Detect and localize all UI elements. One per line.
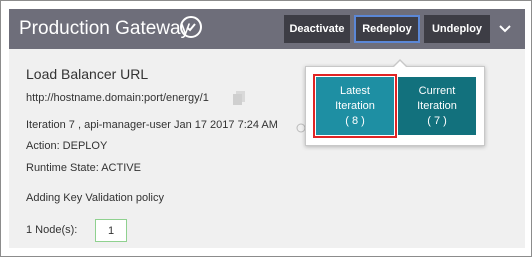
action-status: Action: DEPLOY	[26, 140, 108, 152]
latest-iteration-button[interactable]: Latest Iteration ( 8 )	[313, 74, 397, 138]
screenshot-frame: Production Gateway Deactivate Redeploy U…	[0, 0, 532, 257]
deactivate-button[interactable]: Deactivate	[284, 15, 350, 43]
current-line1: Current	[418, 84, 456, 97]
current-iteration-button[interactable]: Current Iteration ( 7 )	[398, 77, 476, 135]
load-balancer-title: Load Balancer URL	[26, 66, 149, 82]
latest-line2: Iteration	[335, 99, 375, 112]
undeploy-button[interactable]: Undeploy	[424, 15, 490, 43]
current-line2: Iteration	[417, 99, 457, 112]
gateway-header: Production Gateway Deactivate Redeploy U…	[9, 9, 525, 49]
redeploy-popup: Latest Iteration ( 8 ) Current Iteration…	[305, 59, 485, 146]
gateway-title: Production Gateway	[19, 18, 191, 39]
redeploy-button[interactable]: Redeploy	[354, 15, 420, 43]
popup-arrow-inner	[393, 61, 407, 68]
copy-icon[interactable]	[233, 91, 245, 110]
chevron-down-icon[interactable]	[496, 20, 514, 38]
policy-status: Adding Key Validation policy	[26, 192, 164, 204]
latest-line1: Latest	[340, 84, 370, 97]
runtime-state: Runtime State: ACTIVE	[26, 162, 141, 174]
iteration-info: Iteration 7 , api-manager-user Jan 17 20…	[26, 119, 278, 131]
current-line3: ( 7 )	[427, 114, 447, 127]
nodes-count[interactable]: 1	[95, 219, 127, 242]
nodes-label: 1 Node(s):	[26, 224, 78, 236]
gateway-card: Production Gateway Deactivate Redeploy U…	[9, 9, 525, 248]
check-circle-icon	[180, 16, 202, 38]
load-balancer-url: http://hostname.domain:port/energy/1	[26, 92, 209, 104]
latest-line3: ( 8 )	[345, 114, 365, 127]
